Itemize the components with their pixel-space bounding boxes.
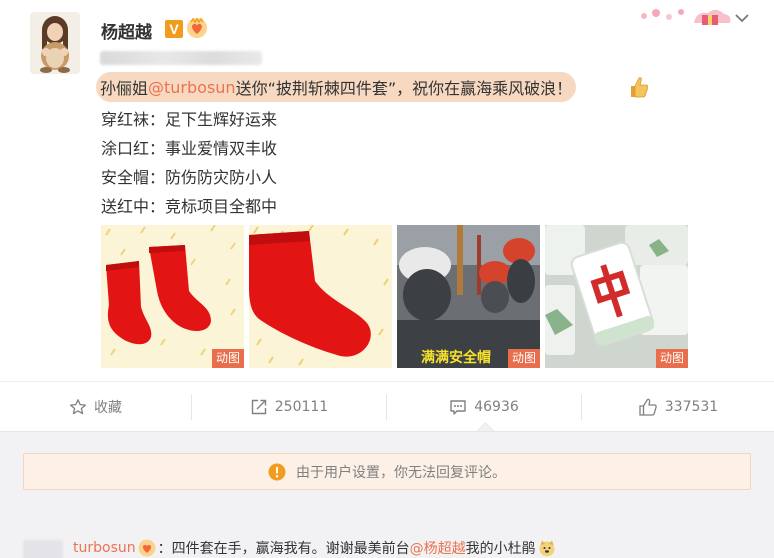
repost-button[interactable]: 250111 — [192, 382, 386, 432]
comment-icon — [450, 400, 466, 415]
thumbs-up-emoji-icon — [631, 77, 649, 98]
media-thumb-mahjong[interactable]: 动图 — [545, 225, 688, 368]
festive-cloud-decoration-icon — [641, 9, 731, 25]
author-name[interactable]: 杨超越 — [101, 18, 152, 43]
headline-suffix: 送你“披荆斩棘四件套”，祝你在赢海乘风破浪！ — [235, 79, 573, 98]
vip-heart-icon[interactable] — [186, 17, 208, 39]
notice-text: 由于用户设置，你无法回复评论。 — [296, 464, 506, 481]
star-icon — [69, 399, 87, 415]
post-line-3: 安全帽：防伤防灾防小人 — [101, 168, 278, 187]
safety-helmet-image: 满满安全帽 — [397, 225, 540, 368]
divider — [0, 431, 774, 432]
verified-v-icon: V — [165, 20, 183, 38]
gif-tag: 动图 — [655, 349, 688, 368]
media-thumb-safety-helmet[interactable]: 满满安全帽 动图 — [397, 225, 540, 368]
comment-count: 46936 — [474, 399, 519, 415]
mahjong-hongzhong-image — [545, 225, 688, 368]
mention-link[interactable]: @turbosun — [148, 78, 236, 97]
like-count: 337531 — [664, 399, 719, 415]
media-thumb-red-socks[interactable]: 动图 — [101, 225, 244, 368]
gif-tag: 动图 — [211, 349, 244, 368]
post-time-source-blurred — [100, 51, 262, 65]
like-button[interactable]: 337531 — [582, 382, 774, 432]
comment-mention-link[interactable]: @杨超越 — [410, 538, 466, 558]
comment-text-tail: 我的小杜鹃 — [465, 541, 536, 557]
thumbs-up-icon — [639, 398, 657, 416]
media-thumb-red-sock-closeup[interactable] — [249, 225, 392, 368]
verified-mark: V — [169, 21, 179, 37]
red-socks-image — [101, 225, 244, 368]
vip-heart-icon — [138, 539, 156, 557]
favorite-label: 收藏 — [94, 400, 122, 416]
post-line-2: 涂口红：事业爱情双丰收 — [101, 139, 278, 158]
top-comment: turbosun ：四件套在手，赢海我有。谢谢最美前台 @杨超越 我的小杜鹃 — [73, 538, 558, 558]
gif-caption: 满满安全帽 — [421, 349, 491, 365]
comment-text: ：四件套在手，赢海我有。谢谢最美前台 — [157, 541, 410, 557]
author-avatar[interactable] — [30, 12, 80, 74]
commenter-name[interactable]: turbosun — [73, 540, 136, 556]
repost-count: 250111 — [274, 399, 329, 415]
post-headline: 孙俪姐 @turbosun 送你“披荆斩棘四件套”，祝你在赢海乘风破浪！ — [96, 72, 577, 102]
post-line-4: 送红中：竞标项目全都中 — [101, 197, 278, 216]
commenter-avatar[interactable] — [23, 540, 63, 558]
red-sock-closeup-image — [249, 225, 392, 368]
favorite-button[interactable]: 收藏 — [0, 382, 191, 432]
repost-icon — [251, 399, 266, 415]
reply-restricted-notice: 由于用户设置，你无法回复评论。 — [23, 453, 751, 490]
post-line-1: 穿红袜：足下生辉好运来 — [101, 110, 278, 129]
gif-tag: 动图 — [507, 349, 540, 368]
warning-icon — [268, 463, 286, 480]
doge-emoji-icon — [539, 540, 555, 557]
chevron-down-icon[interactable] — [733, 11, 751, 25]
headline-prefix: 孙俪姐 — [100, 79, 149, 98]
